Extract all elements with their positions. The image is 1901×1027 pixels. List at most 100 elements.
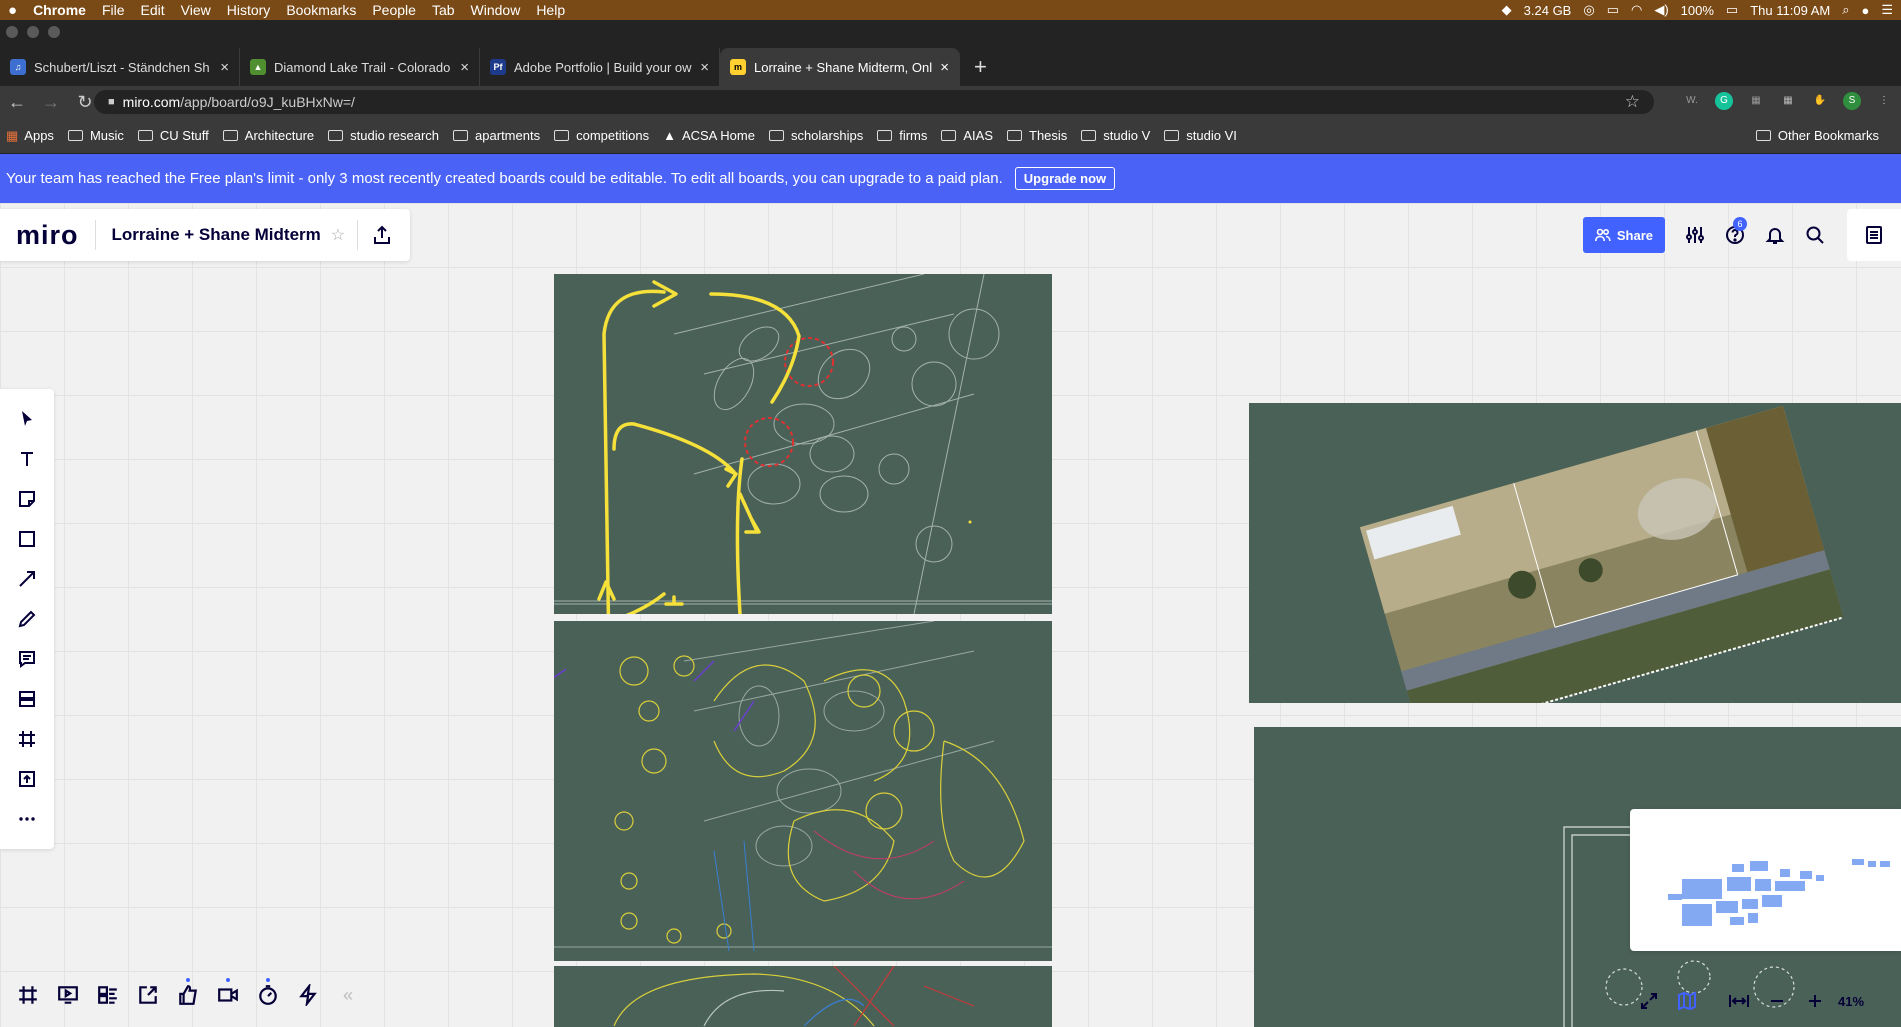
bell-icon[interactable] [1755, 217, 1795, 253]
apple-icon[interactable]: ● [0, 2, 25, 19]
pen-icon[interactable] [7, 599, 47, 639]
share-button[interactable]: Share [1582, 217, 1665, 253]
bookmark-studio-vi[interactable]: studio VI [1164, 128, 1237, 143]
menu-view[interactable]: View [173, 2, 219, 18]
tab-miro-board[interactable]: m Lorraine + Shane Midterm, Onli × [720, 48, 960, 86]
help-icon[interactable]: 6 [1715, 217, 1755, 253]
minimap[interactable] [1630, 809, 1901, 951]
minimize-window-button[interactable] [27, 26, 39, 38]
frame-site-plan-circulation[interactable] [554, 274, 1052, 614]
board-menu-button[interactable] [1847, 209, 1901, 261]
menu-bookmarks[interactable]: Bookmarks [278, 2, 364, 18]
frames-icon[interactable] [8, 975, 48, 1015]
menu-history[interactable]: History [219, 2, 279, 18]
bookmark-scholarships[interactable]: scholarships [768, 128, 863, 143]
dropbox-icon[interactable]: ◆ [1502, 2, 1512, 18]
close-tab-icon[interactable]: × [220, 59, 229, 76]
bookmark-aias[interactable]: AIAS [941, 128, 993, 143]
menu-people[interactable]: People [364, 2, 424, 18]
notification-center-icon[interactable]: ☰ [1881, 2, 1893, 18]
menu-help[interactable]: Help [528, 2, 573, 18]
more-icon[interactable] [7, 799, 47, 839]
upload-icon[interactable] [7, 759, 47, 799]
map-icon[interactable] [1668, 981, 1706, 1021]
board-title[interactable]: Lorraine + Shane Midterm [96, 225, 331, 245]
battery-percent[interactable]: 100% [1681, 3, 1714, 18]
spotlight-icon[interactable]: ⌕ [1842, 2, 1849, 18]
board-canvas[interactable]: miro Lorraine + Shane Midterm ☆ Share 6 [0, 203, 1901, 1027]
calculator-icon[interactable]: ▦ [1779, 92, 1797, 110]
bookmark-acsa-home[interactable]: ▲ ACSA Home [663, 128, 755, 143]
chrome-menu-icon[interactable]: ⋮ [1875, 92, 1893, 110]
video-icon[interactable] [208, 975, 248, 1015]
fullscreen-icon[interactable] [1630, 981, 1668, 1021]
memory-indicator[interactable]: 3.24 GB [1524, 3, 1572, 18]
zoom-in-icon[interactable] [1796, 981, 1834, 1021]
bookmark-apartments[interactable]: apartments [453, 128, 540, 143]
tab-diamond-lake[interactable]: ▲ Diamond Lake Trail - Colorado × [240, 48, 480, 86]
clock[interactable]: Thu 11:09 AM [1750, 3, 1830, 18]
battery-icon[interactable]: ▭ [1726, 2, 1738, 18]
sticky-note-icon[interactable] [7, 479, 47, 519]
creative-cloud-icon[interactable]: ◎ [1583, 2, 1594, 18]
wifi-icon[interactable]: ◠ [1631, 2, 1642, 18]
text-icon[interactable] [7, 439, 47, 479]
arrow-icon[interactable] [7, 559, 47, 599]
zoom-level[interactable]: 41% [1838, 994, 1864, 1009]
tab-schubert[interactable]: ♫ Schubert/Liszt - Ständchen Sh × [0, 48, 240, 86]
menu-file[interactable]: File [94, 2, 133, 18]
upgrade-now-button[interactable]: Upgrade now [1014, 167, 1116, 190]
fit-to-screen-icon[interactable] [1720, 981, 1758, 1021]
address-bar[interactable]: ■ miro.com /app/board/o9J_kuBHxNw=/ ☆ [94, 90, 1654, 114]
extension-grid-icon[interactable]: ▦ [1747, 92, 1765, 110]
profile-avatar[interactable]: S [1843, 92, 1861, 110]
bookmark-cu-stuff[interactable]: CU Stuff [137, 128, 209, 143]
new-tab-button[interactable]: + [960, 48, 1001, 86]
cards-icon[interactable] [88, 975, 128, 1015]
frame-aerial-photo[interactable] [1249, 403, 1901, 703]
bookmark-firms[interactable]: firms [877, 128, 927, 143]
bookmark-music[interactable]: Music [67, 128, 124, 143]
search-icon[interactable] [1795, 217, 1835, 253]
close-window-button[interactable] [6, 26, 18, 38]
close-tab-icon[interactable]: × [940, 59, 949, 76]
collapse-icon[interactable]: « [328, 975, 368, 1015]
select-icon[interactable] [7, 399, 47, 439]
menu-tab[interactable]: Tab [424, 2, 463, 18]
bookmark-star-icon[interactable]: ☆ [1625, 92, 1640, 112]
template-icon[interactable] [7, 679, 47, 719]
star-icon[interactable]: ☆ [331, 225, 345, 245]
bookmark-other[interactable]: Other Bookmarks [1755, 128, 1879, 143]
frame-icon[interactable] [7, 719, 47, 759]
user-icon[interactable]: ● [1861, 3, 1869, 18]
volume-icon[interactable]: ◀) [1654, 2, 1668, 18]
extension-w-icon[interactable]: W. [1683, 92, 1701, 110]
airplay-icon[interactable]: ▭ [1607, 2, 1619, 18]
grammarly-icon[interactable]: G [1715, 92, 1733, 110]
bookmark-architecture[interactable]: Architecture [222, 128, 314, 143]
bookmark-thesis[interactable]: Thesis [1007, 128, 1067, 143]
comment-icon[interactable] [7, 639, 47, 679]
extension-hand-icon[interactable]: ✋ [1811, 92, 1829, 110]
present-icon[interactable] [48, 975, 88, 1015]
bookmark-apps[interactable]: ▦ Apps [6, 128, 54, 144]
forward-icon[interactable]: → [34, 92, 68, 113]
frame-partial-plan[interactable] [554, 966, 1052, 1027]
settings-sliders-icon[interactable] [1675, 217, 1715, 253]
back-icon[interactable]: ← [0, 92, 34, 113]
bookmark-competitions[interactable]: competitions [554, 128, 649, 143]
menu-app-name[interactable]: Chrome [25, 2, 94, 18]
bookmark-studio-v[interactable]: studio V [1081, 128, 1150, 143]
close-tab-icon[interactable]: × [460, 59, 469, 76]
bookmark-studio-research[interactable]: studio research [328, 128, 439, 143]
miro-logo[interactable]: miro [0, 220, 95, 251]
zoom-out-icon[interactable] [1758, 981, 1796, 1021]
frame-planting-plan[interactable] [554, 621, 1052, 961]
lightning-icon[interactable] [288, 975, 328, 1015]
share-screen-icon[interactable] [128, 975, 168, 1015]
voting-icon[interactable] [168, 975, 208, 1015]
menu-edit[interactable]: Edit [133, 2, 173, 18]
menu-window[interactable]: Window [463, 2, 529, 18]
export-icon[interactable] [358, 225, 406, 245]
tab-adobe-portfolio[interactable]: Pf Adobe Portfolio | Build your ow × [480, 48, 720, 86]
